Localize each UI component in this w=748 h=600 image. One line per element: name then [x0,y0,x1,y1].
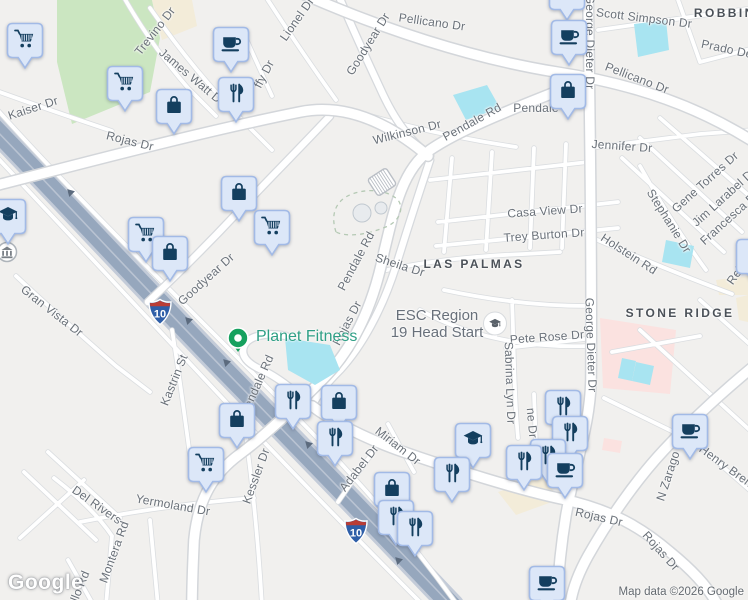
cafe-pin[interactable] [212,26,250,74]
restaurant-pin[interactable] [217,76,255,124]
cafe-pin[interactable] [550,19,588,67]
school-icon [0,198,27,245]
shopping-bag-icon [549,73,587,120]
restaurant-pin[interactable] [274,383,312,431]
shopping-bag-pin[interactable] [155,88,193,136]
cafe-pin[interactable] [546,452,584,500]
cafe-pin[interactable] [671,413,709,461]
restaurant-pin[interactable] [433,456,471,504]
restaurant-icon [505,444,543,491]
map-pins-layer [0,0,748,600]
restaurant-icon [396,510,434,557]
cafe-icon [550,19,588,66]
map-canvas[interactable]: Kaiser Dr Rojas Dr Trevino Dr James Watt Dr… [0,0,748,600]
shopping-bag-pin[interactable] [151,235,189,283]
shopping-bag-icon [218,402,256,449]
restaurant-pin[interactable] [505,444,543,492]
restaurant-icon [217,76,255,123]
cafe-icon [212,26,250,73]
shopping-cart-icon [253,209,291,256]
shopping-bag-pin[interactable] [218,402,256,450]
shopping-bag-pin[interactable] [549,73,587,121]
restaurant-icon [274,383,312,430]
shopping-bag-icon [151,235,189,282]
cafe-icon [671,413,709,460]
map-attribution: Map data ©2026 Google [618,586,744,598]
school-pin[interactable] [0,198,27,246]
restaurant-pin[interactable] [316,420,354,468]
shopping-cart-icon [106,65,144,112]
shopping-cart-icon [6,22,44,69]
shopping-bag-icon [155,88,193,135]
shopping-cart-pin[interactable] [106,65,144,113]
restaurant-icon [735,238,748,285]
google-logo[interactable]: Google [8,571,83,595]
cafe-pin[interactable] [528,565,566,600]
restaurant-pin[interactable] [396,510,434,558]
restaurant-icon [316,420,354,467]
shopping-cart-pin[interactable] [187,446,225,494]
restaurant-icon [433,456,471,503]
cafe-icon [546,452,584,499]
cafe-icon [528,565,566,600]
restaurant-pin[interactable] [735,238,748,286]
shopping-cart-icon [187,446,225,493]
shopping-cart-pin[interactable] [253,209,291,257]
shopping-cart-pin[interactable] [6,22,44,70]
